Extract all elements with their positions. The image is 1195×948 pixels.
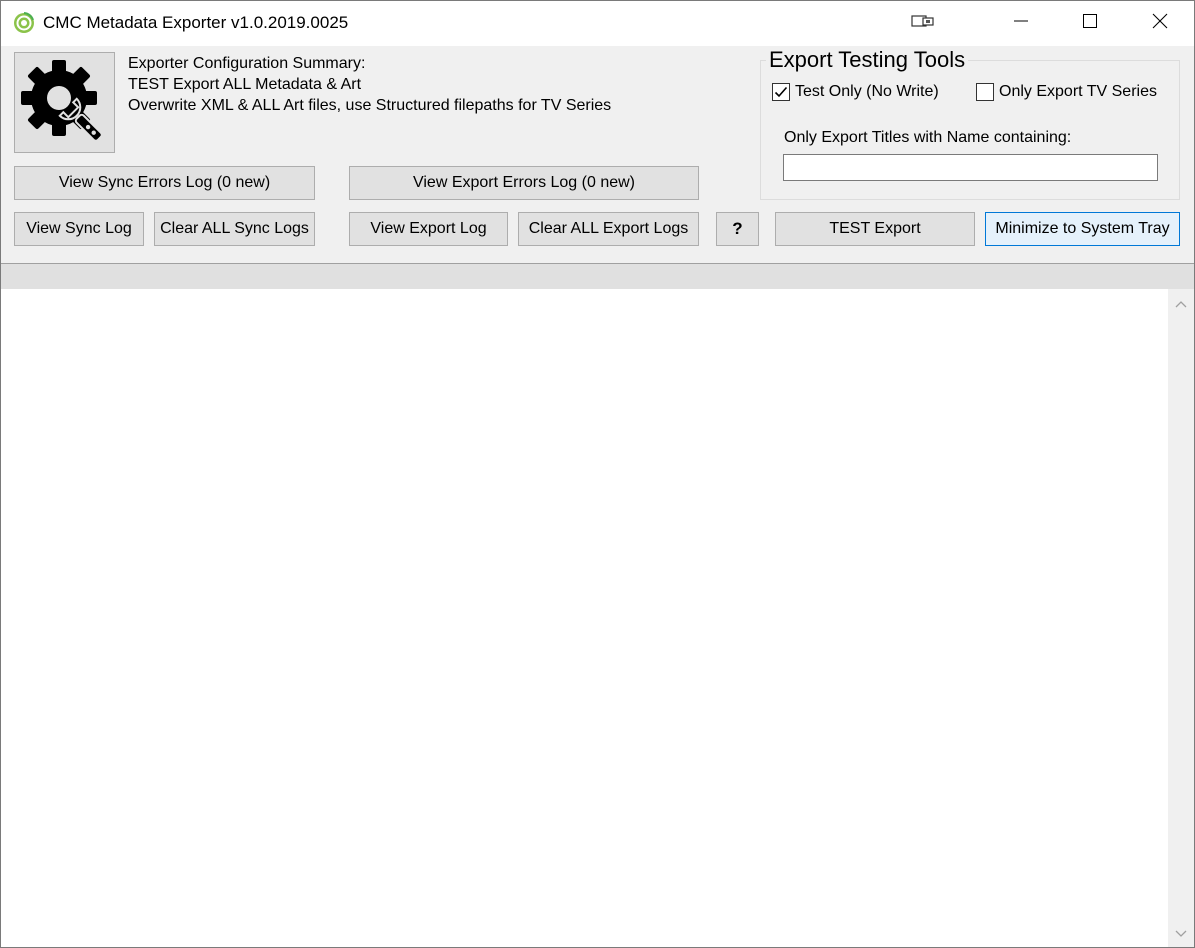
test-only-label: Test Only (No Write) <box>795 83 939 100</box>
only-tv-series-checkbox[interactable]: Only Export TV Series <box>976 83 1157 101</box>
test-export-button[interactable]: TEST Export <box>775 212 975 246</box>
chevron-down-icon <box>1175 930 1187 937</box>
config-summary-line: Overwrite XML & ALL Art files, use Struc… <box>128 97 612 114</box>
maximize-button[interactable] <box>1067 1 1113 46</box>
scroll-down-button[interactable] <box>1168 923 1194 945</box>
title-bar[interactable]: CMC Metadata Exporter v1.0.2019.0025 <box>1 1 1194 46</box>
settings-button[interactable] <box>14 52 115 153</box>
config-summary-heading: Exporter Configuration Summary: <box>128 55 366 72</box>
config-summary-line: TEST Export ALL Metadata & Art <box>128 76 362 93</box>
minimize-to-tray-button[interactable]: Minimize to System Tray <box>985 212 1180 246</box>
minimize-icon <box>1013 13 1029 34</box>
config-summary: Exporter Configuration Summary: TEST Exp… <box>128 53 611 116</box>
restore-tray-button[interactable] <box>900 1 946 46</box>
gear-wrench-icon <box>19 54 111 151</box>
view-export-log-button[interactable]: View Export Log <box>349 212 508 246</box>
restore-tray-icon <box>911 13 935 34</box>
maximize-icon <box>1082 13 1098 34</box>
log-scrollbar[interactable] <box>1168 289 1194 947</box>
export-testing-tools-title: Export Testing Tools <box>766 47 969 73</box>
app-window: CMC Metadata Exporter v1.0.2019.0025 Exp… <box>0 0 1195 948</box>
close-icon <box>1152 13 1168 34</box>
help-button[interactable]: ? <box>716 212 759 246</box>
app-swirl-icon <box>13 12 35 34</box>
close-button[interactable] <box>1137 1 1183 46</box>
only-tv-series-label: Only Export TV Series <box>999 83 1157 100</box>
status-strip <box>1 263 1194 290</box>
view-export-errors-button[interactable]: View Export Errors Log (0 new) <box>349 166 699 200</box>
clear-export-logs-button[interactable]: Clear ALL Export Logs <box>518 212 699 246</box>
only-tv-series-check-box[interactable] <box>976 83 994 101</box>
view-sync-errors-button[interactable]: View Sync Errors Log (0 new) <box>14 166 315 200</box>
window-title: CMC Metadata Exporter v1.0.2019.0025 <box>43 13 349 32</box>
name-filter-label: Only Export Titles with Name containing: <box>784 129 1072 146</box>
log-output-area[interactable] <box>1 289 1168 947</box>
name-filter-input[interactable] <box>783 154 1158 181</box>
test-only-checkbox[interactable]: Test Only (No Write) <box>772 83 939 101</box>
test-only-check-box[interactable] <box>772 83 790 101</box>
view-sync-log-button[interactable]: View Sync Log <box>14 212 144 246</box>
checkmark-icon <box>774 86 788 98</box>
clear-sync-logs-button[interactable]: Clear ALL Sync Logs <box>154 212 315 246</box>
scroll-up-button[interactable] <box>1168 293 1194 315</box>
chevron-up-icon <box>1175 301 1187 308</box>
minimize-button[interactable] <box>998 1 1044 46</box>
